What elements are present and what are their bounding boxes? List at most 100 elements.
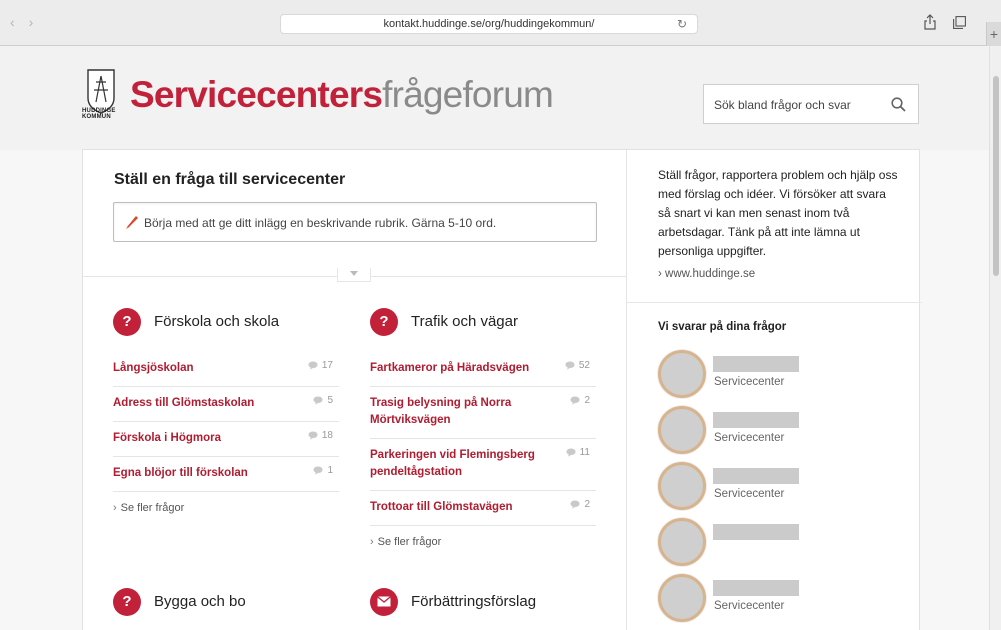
reply-count-value: 18 bbox=[321, 430, 333, 441]
reply-count: 52 bbox=[565, 360, 590, 371]
question-item[interactable]: Parkeringen vid Flemingsberg pendeltågst… bbox=[370, 439, 596, 491]
category-header[interactable]: ? Bygga och bo bbox=[113, 588, 339, 618]
question-item[interactable]: Förskola i Högmora 18 bbox=[113, 422, 339, 457]
avatar[interactable] bbox=[658, 518, 706, 566]
category-title[interactable]: Förbättringsförslag bbox=[411, 593, 536, 610]
category-header[interactable]: ? Förskola och skola bbox=[113, 308, 339, 338]
new-tab-button[interactable]: + bbox=[986, 22, 1001, 46]
address-bar[interactable]: kontakt.huddinge.se/org/huddingekommun/ … bbox=[280, 14, 698, 34]
answerer[interactable] bbox=[658, 518, 898, 566]
category-bygga: ? Bygga och bo bbox=[113, 588, 339, 630]
reply-count: 1 bbox=[313, 465, 333, 476]
question-title[interactable]: Trasig belysning på Norra Mörtviksvägen bbox=[370, 395, 556, 429]
envelope-glyph bbox=[377, 596, 391, 607]
question-title[interactable]: Trottoar till Glömstavägen bbox=[370, 499, 556, 516]
reply-count-value: 17 bbox=[321, 360, 333, 371]
reply-count-value: 52 bbox=[578, 360, 590, 371]
more-questions-link[interactable]: › Se fler frågor bbox=[370, 526, 596, 548]
question-item[interactable]: Egna blöjor till förskolan 1 bbox=[113, 457, 339, 492]
question-item[interactable]: Fartkameror på Häradsvägen 52 bbox=[370, 352, 596, 387]
share-icon[interactable] bbox=[923, 14, 937, 30]
question-title[interactable]: Långsjöskolan bbox=[113, 360, 299, 377]
search-input[interactable] bbox=[714, 95, 884, 115]
huddinge-link-label: www.huddinge.se bbox=[665, 268, 756, 280]
reply-count-value: 2 bbox=[584, 499, 590, 510]
redacted-name bbox=[713, 468, 799, 484]
redacted-name bbox=[713, 356, 799, 372]
redacted-name bbox=[713, 580, 799, 596]
main-column: Ställ en fråga till servicecenter ? Förs… bbox=[83, 150, 626, 630]
avatar[interactable] bbox=[658, 350, 706, 398]
question-title[interactable]: Adress till Glömstaskolan bbox=[113, 395, 299, 412]
question-item[interactable]: Trottoar till Glömstavägen 2 bbox=[370, 491, 596, 526]
reply-count: 11 bbox=[566, 447, 590, 458]
answerer[interactable]: Servicecenter bbox=[658, 574, 898, 622]
page-viewport: HUDDINGE KOMMUN Servicecentersfrågeforum… bbox=[0, 46, 989, 630]
back-button[interactable]: ‹ bbox=[10, 14, 15, 30]
scrollbar-thumb[interactable] bbox=[993, 76, 999, 276]
category-title[interactable]: Trafik och vägar bbox=[411, 313, 518, 330]
answerer-role: Servicecenter bbox=[714, 376, 785, 388]
comment-bubble-icon bbox=[313, 466, 323, 475]
question-item[interactable]: Långsjöskolan 17 bbox=[113, 352, 339, 387]
question-item[interactable]: Trasig belysning på Norra Mörtviksvägen … bbox=[370, 387, 596, 439]
more-questions-link[interactable]: › Se fler frågor bbox=[113, 492, 339, 514]
reply-count-value: 5 bbox=[327, 395, 333, 406]
reply-count: 18 bbox=[308, 430, 333, 441]
question-list: Fartkameror på Häradsvägen 52 Trasig bel… bbox=[370, 352, 596, 526]
answerers-title: Vi svarar på dina frågor bbox=[658, 321, 787, 333]
question-title-input[interactable] bbox=[144, 213, 584, 233]
logo-text-line2: KOMMUN bbox=[82, 114, 111, 120]
ask-box bbox=[113, 202, 597, 242]
sidebar-intro: Ställ frågor, rapportera problem och hjä… bbox=[658, 168, 898, 258]
comment-bubble-icon bbox=[308, 431, 318, 440]
question-title[interactable]: Parkeringen vid Flemingsberg pendeltågst… bbox=[370, 447, 556, 481]
reply-count-value: 11 bbox=[579, 447, 590, 458]
answerer[interactable]: Servicecenter bbox=[658, 350, 898, 398]
question-title[interactable]: Egna blöjor till förskolan bbox=[113, 465, 299, 482]
search-icon[interactable] bbox=[891, 97, 906, 112]
avatar[interactable] bbox=[658, 462, 706, 510]
avatar[interactable] bbox=[658, 406, 706, 454]
expand-toggle[interactable] bbox=[337, 268, 371, 282]
question-title[interactable]: Förskola i Högmora bbox=[113, 430, 299, 447]
comment-bubble-icon bbox=[566, 448, 576, 457]
ask-title: Ställ en fråga till servicecenter bbox=[114, 171, 346, 188]
chevron-right-icon: › bbox=[658, 268, 666, 280]
redacted-name bbox=[713, 524, 799, 540]
site-title-secondary: frågeforum bbox=[382, 74, 554, 115]
answerer-role: Servicecenter bbox=[714, 432, 785, 444]
forward-button[interactable]: › bbox=[29, 14, 34, 30]
envelope-icon bbox=[370, 588, 398, 616]
question-title[interactable]: Fartkameror på Häradsvägen bbox=[370, 360, 556, 377]
site-title-primary: Servicecenters bbox=[130, 74, 383, 115]
page-scrollbar[interactable] bbox=[989, 46, 1001, 630]
reload-button[interactable]: ↻ bbox=[677, 15, 687, 33]
sidebar-divider bbox=[627, 302, 922, 303]
category-header[interactable]: ? Trafik och vägar bbox=[370, 308, 596, 338]
question-list: Långsjöskolan 17 Adress till Glömstaskol… bbox=[113, 352, 339, 492]
tabs-overview-icon[interactable] bbox=[953, 16, 966, 29]
reply-count: 2 bbox=[570, 499, 590, 510]
question-item[interactable]: Adress till Glömstaskolan 5 bbox=[113, 387, 339, 422]
answerer[interactable]: Servicecenter bbox=[658, 462, 898, 510]
answerer-role: Servicecenter bbox=[714, 488, 785, 500]
category-header[interactable]: Förbättringsförslag bbox=[370, 588, 596, 618]
category-title[interactable]: Förskola och skola bbox=[154, 313, 279, 330]
sidebar: Ställ frågor, rapportera problem och hjä… bbox=[626, 150, 922, 630]
url-text: kontakt.huddinge.se/org/huddingekommun/ bbox=[383, 18, 595, 30]
huddinge-link[interactable]: › www.huddinge.se bbox=[658, 268, 755, 280]
category-forskola: ? Förskola och skola Långsjöskolan 17 Ad… bbox=[113, 308, 339, 514]
avatar[interactable] bbox=[658, 574, 706, 622]
reply-count: 2 bbox=[570, 395, 590, 406]
comment-bubble-icon bbox=[570, 500, 580, 509]
category-title[interactable]: Bygga och bo bbox=[154, 593, 246, 610]
answerer-role: Servicecenter bbox=[714, 600, 785, 612]
site-title[interactable]: Servicecentersfrågeforum bbox=[130, 74, 554, 116]
more-questions-label: Se fler frågor bbox=[377, 536, 442, 548]
comment-bubble-icon bbox=[308, 361, 318, 370]
reply-count-value: 1 bbox=[327, 465, 333, 476]
forum-card: Ställ en fråga till servicecenter ? Förs… bbox=[82, 149, 922, 630]
answerer[interactable]: Servicecenter bbox=[658, 406, 898, 454]
chevron-down-icon bbox=[350, 271, 358, 276]
